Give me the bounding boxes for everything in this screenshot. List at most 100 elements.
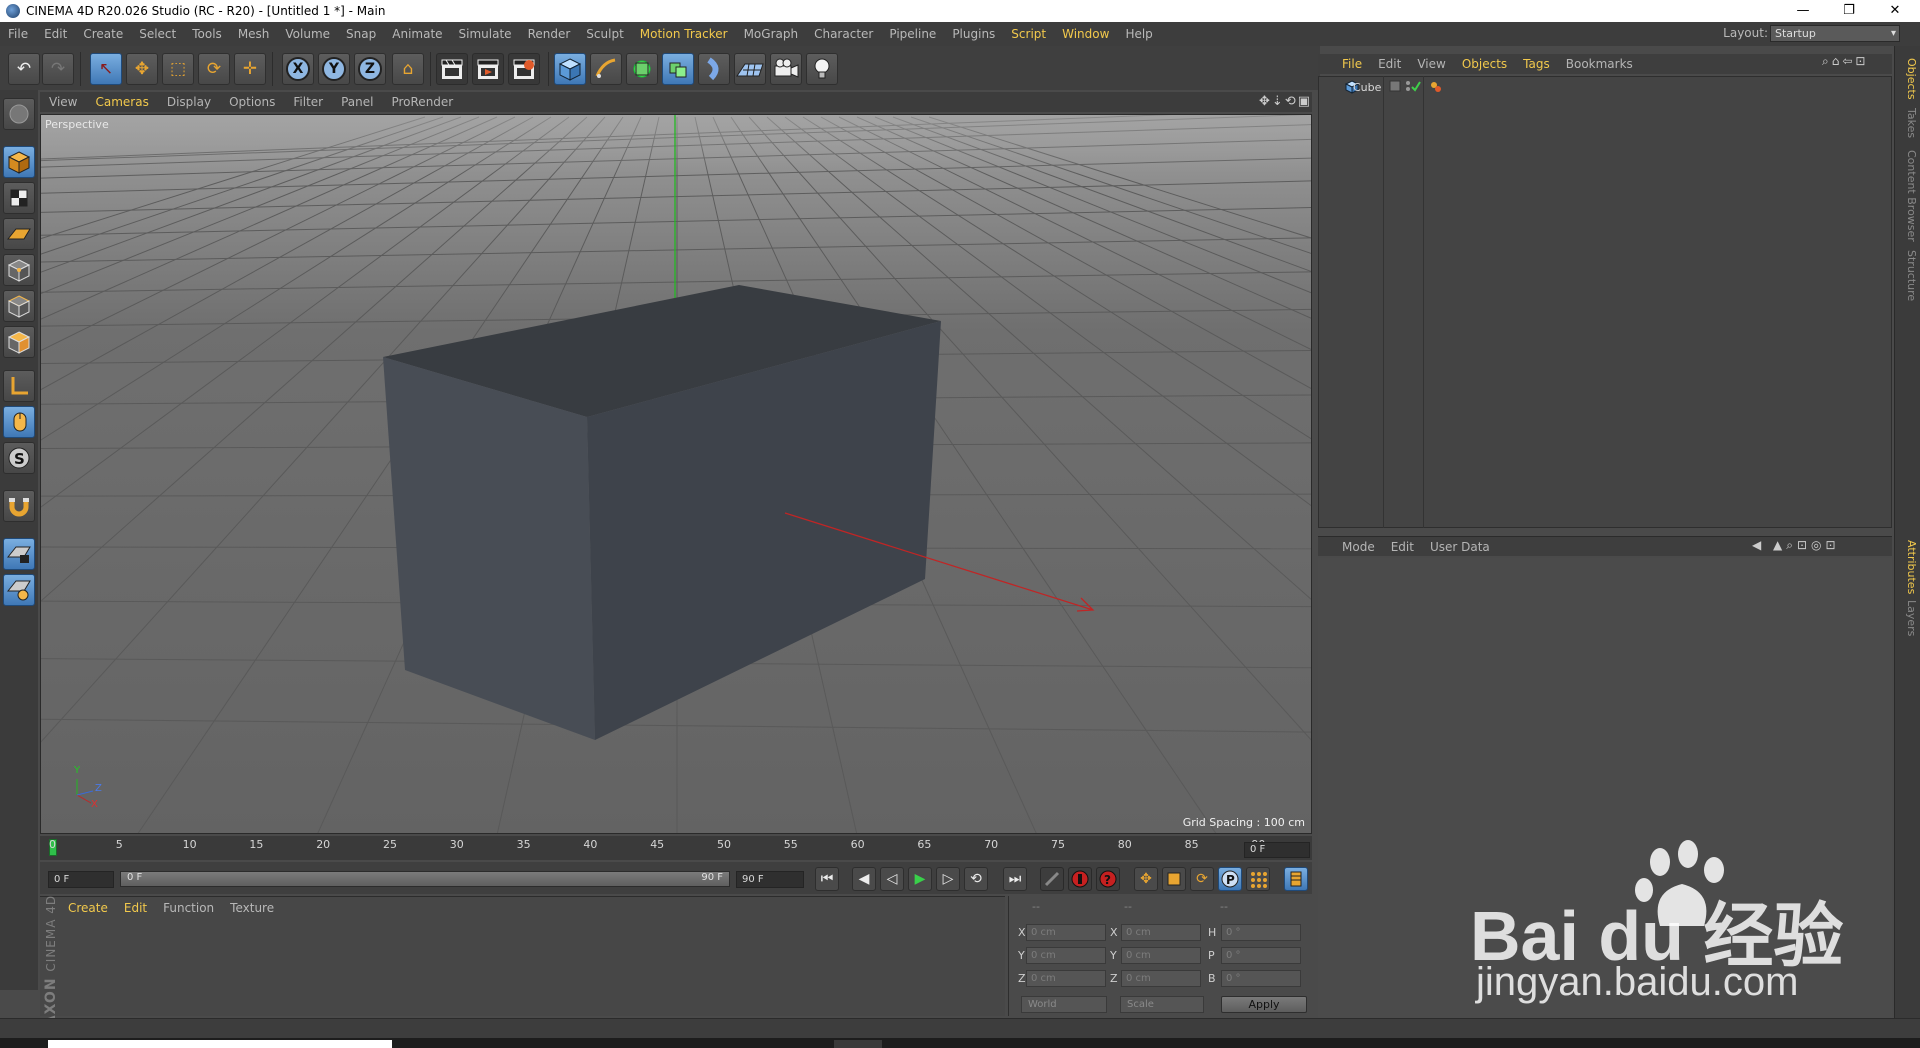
object-menu-objects[interactable]: Objects [1454,57,1515,71]
menu-animate[interactable]: Animate [384,27,450,41]
object-menu-bookmarks[interactable]: Bookmarks [1558,57,1641,71]
object-list[interactable] [1318,76,1892,528]
side-tab-takes[interactable]: Takes [1905,108,1918,138]
menu-edit[interactable]: Edit [36,27,75,41]
goto-start-button[interactable]: ⏮ [815,867,839,891]
coord-value-field[interactable]: 0 ° [1221,924,1301,941]
coord-value-field[interactable]: 0 cm [1121,924,1201,941]
add-floor-button[interactable] [734,53,766,85]
coord-value-field[interactable]: 0 cm [1026,924,1106,941]
minimize-button[interactable]: — [1780,0,1826,22]
loop-button[interactable]: ⟲ [964,867,988,891]
menu-create[interactable]: Create [75,27,131,41]
viewport-menu-view[interactable]: View [40,95,86,109]
rotate-tool-button[interactable]: ⟳ [198,53,230,85]
coord-value-field[interactable]: 0 ° [1221,947,1301,964]
menu-pipeline[interactable]: Pipeline [881,27,944,41]
menu-help[interactable]: Help [1117,27,1160,41]
texture-mode-button[interactable] [3,182,35,214]
side-tab-objects[interactable]: Objects [1905,58,1918,100]
tweak-mode-button[interactable] [3,406,35,438]
viewport-menu-prorender[interactable]: ProRender [382,95,462,109]
menu-window[interactable]: Window [1054,27,1117,41]
material-menu-create[interactable]: Create [60,901,116,915]
previous-frame-button[interactable]: ◁ [880,867,904,891]
object-menu-view[interactable]: View [1409,57,1453,71]
add-cloner-button[interactable] [662,53,694,85]
viewport-menu-cameras[interactable]: Cameras [86,95,157,109]
viewport-menu-options[interactable]: Options [220,95,284,109]
next-frame-button[interactable]: ▷ [936,867,960,891]
menu-simulate[interactable]: Simulate [451,27,520,41]
material-menu-texture[interactable]: Texture [222,901,282,915]
menu-file[interactable]: File [0,27,36,41]
coord-value-field[interactable]: 0 cm [1121,947,1201,964]
menu-script[interactable]: Script [1003,27,1054,41]
maximize-button[interactable]: ❐ [1826,0,1872,22]
coord-value-field[interactable]: 0 cm [1121,970,1201,987]
render-to-picture-viewer-button[interactable] [472,53,504,85]
timeline-window-button[interactable] [1284,867,1308,891]
viewport-menu-panel[interactable]: Panel [332,95,382,109]
edges-mode-button[interactable] [3,290,35,322]
scale-tool-button[interactable]: ⬚ [162,53,194,85]
add-spline-pen-button[interactable] [590,53,622,85]
add-cube-button[interactable] [554,53,586,85]
add-camera-button[interactable] [770,53,802,85]
coord-value-field[interactable]: 0 cm [1026,970,1106,987]
menu-mesh[interactable]: Mesh [230,27,278,41]
side-tab-content-browser[interactable]: Content Browser [1905,150,1918,242]
object-row-cube[interactable] [1320,78,1890,96]
menu-sculpt[interactable]: Sculpt [578,27,631,41]
coordinate-mode-dropdown[interactable]: World [1021,996,1107,1013]
lock-z-axis-button[interactable]: Z [354,53,386,85]
transform-tool-button[interactable]: ✛ [234,53,266,85]
record-active-button[interactable] [1068,867,1092,891]
material-menu-edit[interactable]: Edit [116,901,155,915]
lock-y-axis-button[interactable]: Y [318,53,350,85]
viewport-navigation-icons[interactable]: ✥⇣⟲▣ [1259,94,1312,109]
attribute-menu-edit[interactable]: Edit [1383,540,1422,554]
menu-select[interactable]: Select [131,27,184,41]
key-parameter-button[interactable]: P [1218,867,1242,891]
perspective-viewport[interactable]: Perspective Y Z X Grid Spacing : 100 cm [40,114,1312,834]
key-position-button[interactable]: ✥ [1134,867,1158,891]
workplane-mode-button[interactable] [3,218,35,250]
coord-value-field[interactable]: 0 cm [1026,947,1106,964]
menu-motion-tracker[interactable]: Motion Tracker [632,27,736,41]
motion-record-button[interactable] [1040,867,1064,891]
object-menu-edit[interactable]: Edit [1370,57,1409,71]
coord-value-field[interactable]: 0 ° [1221,970,1301,987]
coordinate-system-button[interactable]: ⌂ [392,53,424,85]
solo-mode-button[interactable]: S [3,442,35,474]
polygons-mode-button[interactable] [3,326,35,358]
menu-plugins[interactable]: Plugins [944,27,1003,41]
side-tab-layers[interactable]: Layers [1905,600,1918,636]
key-pla-button[interactable] [1246,867,1270,891]
play-button[interactable]: ▶ [908,867,932,891]
side-tab-attributes[interactable]: Attributes [1905,540,1918,594]
attribute-menu-mode[interactable]: Mode [1334,540,1383,554]
live-selection-button[interactable]: ↖ [90,53,122,85]
viewport-menu-display[interactable]: Display [158,95,220,109]
close-button[interactable]: ✕ [1872,0,1918,22]
model-mode-button[interactable] [3,146,35,178]
size-mode-dropdown[interactable]: Scale [1120,996,1204,1013]
object-manager-icons[interactable]: ⌕⌂⇦⊡ [1822,54,1868,69]
menu-snap[interactable]: Snap [338,27,384,41]
move-tool-button[interactable]: ✥ [126,53,158,85]
menu-volume[interactable]: Volume [277,27,338,41]
menu-character[interactable]: Character [806,27,881,41]
viewport-menu-filter[interactable]: Filter [284,95,332,109]
attribute-menu-user-data[interactable]: User Data [1422,540,1498,554]
layout-dropdown[interactable]: Startup [1770,25,1900,42]
points-mode-button[interactable] [3,254,35,286]
menu-tools[interactable]: Tools [184,27,230,41]
material-menu-function[interactable]: Function [155,901,222,915]
object-menu-tags[interactable]: Tags [1515,57,1558,71]
key-scale-button[interactable] [1162,867,1186,891]
add-light-button[interactable] [806,53,838,85]
end-frame-field[interactable]: 90 F [736,871,804,888]
previous-key-button[interactable]: ◀ [852,867,876,891]
render-view-button[interactable] [436,53,468,85]
